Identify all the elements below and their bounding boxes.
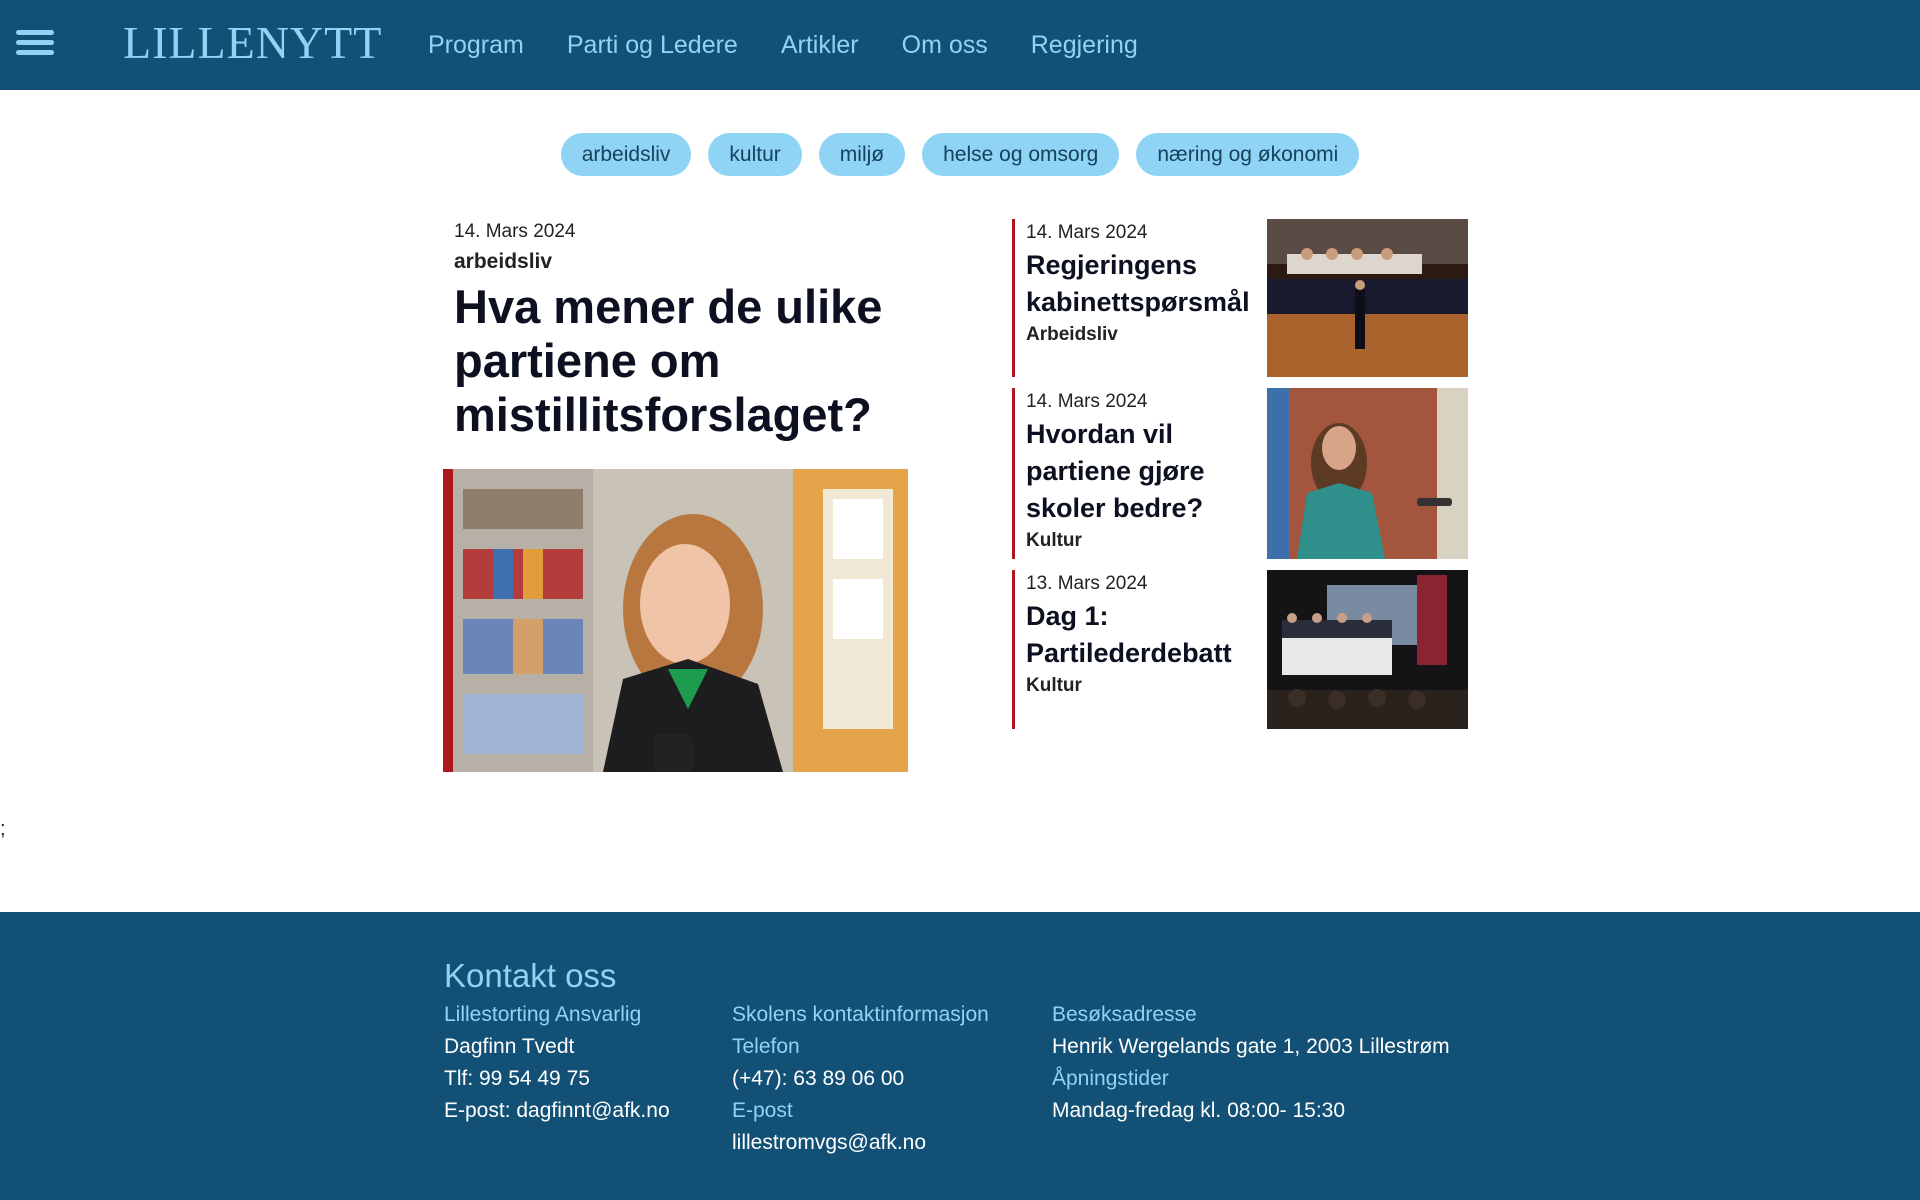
footer-visiting-address: Besøksadresse Henrik Wergelands gate 1, …	[1052, 999, 1450, 1127]
side-article[interactable]: 14. Mars 2024 Regjeringens kabinettspørs…	[1012, 219, 1468, 377]
side-article[interactable]: 13. Mars 2024 Dag 1: Partilederdebatt Ku…	[1012, 570, 1468, 729]
hours-label: Åpningstider	[1052, 1067, 1169, 1090]
article-date: 14. Mars 2024	[1026, 222, 1148, 243]
side-article[interactable]: 14. Mars 2024 Hvordan vil partiene gjøre…	[1012, 388, 1468, 559]
accent-bar	[1012, 219, 1015, 377]
article-thumbnail[interactable]	[1267, 570, 1468, 729]
article-date: 14. Mars 2024	[454, 221, 576, 242]
responsible-label: Lillestorting Ansvarlig	[444, 1003, 642, 1026]
menu-icon[interactable]	[16, 28, 54, 58]
tag-kultur[interactable]: kultur	[708, 133, 802, 176]
footer-school-contact: Skolens kontaktinformasjon Telefon (+47)…	[732, 999, 989, 1159]
article-title[interactable]: Regjeringens kabinettspørsmål	[1026, 247, 1261, 321]
debate-stage-photo	[1267, 570, 1468, 729]
nav-artikler[interactable]: Artikler	[781, 28, 859, 62]
article-title[interactable]: Hvordan vil partiene gjøre skoler bedre?	[1026, 416, 1261, 527]
nav-om-oss[interactable]: Om oss	[902, 28, 988, 62]
featured-article-image[interactable]	[443, 469, 908, 772]
main-nav: Program Parti og Ledere Artikler Om oss …	[428, 28, 1138, 62]
accent-bar	[1012, 570, 1015, 729]
tag-helse-og-omsorg[interactable]: helse og omsorg	[922, 133, 1120, 176]
responsible-phone[interactable]: Tlf: 99 54 49 75	[444, 1063, 670, 1095]
article-category: Kultur	[1026, 530, 1082, 551]
tag-arbeidsliv[interactable]: arbeidsliv	[560, 133, 692, 176]
category-tags: arbeidsliv kultur miljø helse og omsorg …	[0, 133, 1920, 176]
school-phone[interactable]: (+47): 63 89 06 00	[732, 1063, 989, 1095]
article-title[interactable]: Hva mener de ulike partiene om mistillit…	[454, 280, 924, 442]
site-footer: Kontakt oss Lillestorting Ansvarlig Dagf…	[0, 912, 1920, 1200]
hours-value: Mandag-fredag kl. 08:00- 15:30	[1052, 1099, 1346, 1122]
tag-naering-og-okonomi[interactable]: næring og økonomi	[1136, 133, 1360, 176]
student-interview-photo	[453, 469, 908, 772]
school-phone-label: Telefon	[732, 1035, 800, 1058]
nav-regjering[interactable]: Regjering	[1031, 28, 1138, 62]
stage-panel-photo	[1267, 219, 1468, 377]
article-thumbnail[interactable]	[1267, 388, 1468, 559]
accent-bar	[1012, 388, 1015, 559]
article-category: arbeidsliv	[454, 250, 553, 273]
stray-text: ;	[0, 818, 6, 840]
student-speaking-photo	[1267, 388, 1468, 559]
footer-contact-responsible: Lillestorting Ansvarlig Dagfinn Tvedt Tl…	[444, 999, 670, 1127]
responsible-email[interactable]: E-post: dagfinnt@afk.no	[444, 1095, 670, 1127]
responsible-name: Dagfinn Tvedt	[444, 1035, 575, 1058]
nav-parti-og-ledere[interactable]: Parti og Ledere	[567, 28, 738, 62]
article-title[interactable]: Dag 1: Partilederdebatt	[1026, 598, 1261, 672]
article-category: Kultur	[1026, 675, 1082, 696]
site-logo[interactable]: LILLENYTT	[123, 16, 382, 70]
nav-program[interactable]: Program	[428, 28, 524, 62]
site-header: LILLENYTT Program Parti og Ledere Artikl…	[0, 0, 1920, 90]
school-contact-label: Skolens kontaktinformasjon	[732, 1003, 989, 1026]
article-date: 14. Mars 2024	[1026, 391, 1148, 412]
article-date: 13. Mars 2024	[1026, 573, 1148, 594]
school-email[interactable]: lillestromvgs@afk.no	[732, 1127, 989, 1159]
featured-article[interactable]: 14. Mars 2024 arbeidsliv Hva mener de ul…	[454, 219, 924, 442]
address-value: Henrik Wergelands gate 1, 2003 Lillestrø…	[1052, 1035, 1450, 1058]
article-thumbnail[interactable]	[1267, 219, 1468, 377]
article-category: Arbeidsliv	[1026, 324, 1118, 345]
school-email-label: E-post	[732, 1099, 793, 1122]
address-label: Besøksadresse	[1052, 1003, 1197, 1026]
tag-miljo[interactable]: miljø	[818, 133, 906, 176]
footer-title: Kontakt oss	[444, 957, 617, 994]
